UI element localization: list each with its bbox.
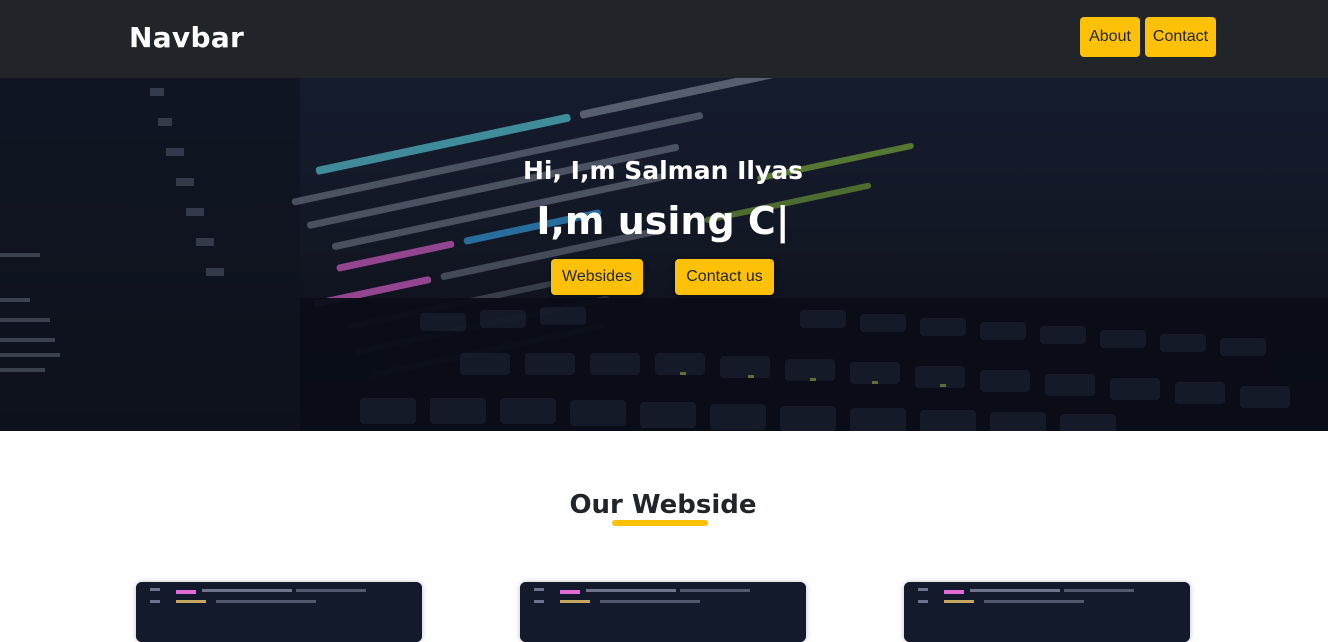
card-image xyxy=(904,582,1190,642)
card-image xyxy=(136,582,422,642)
hero-section: Hi, I,m Salman Ilyas I,m using C| Websid… xyxy=(0,78,1328,431)
contact-button[interactable]: Contact xyxy=(1145,17,1216,57)
websides-button[interactable]: Websides xyxy=(551,259,643,295)
hero-overlay xyxy=(0,78,1328,431)
title-underline xyxy=(612,520,708,526)
contact-us-button[interactable]: Contact us xyxy=(675,259,774,295)
card-image xyxy=(520,582,806,642)
about-button[interactable]: About xyxy=(1080,17,1140,57)
website-card[interactable] xyxy=(520,582,806,642)
website-card[interactable] xyxy=(136,582,422,642)
hero-typing-text: I,m using C| xyxy=(536,199,790,243)
navbar: Navbar About Contact xyxy=(0,0,1328,78)
website-card[interactable] xyxy=(904,582,1190,642)
navbar-brand[interactable]: Navbar xyxy=(129,17,244,59)
section-title: Our Webside xyxy=(569,490,757,520)
hero-greeting: Hi, I,m Salman Ilyas xyxy=(522,156,804,185)
